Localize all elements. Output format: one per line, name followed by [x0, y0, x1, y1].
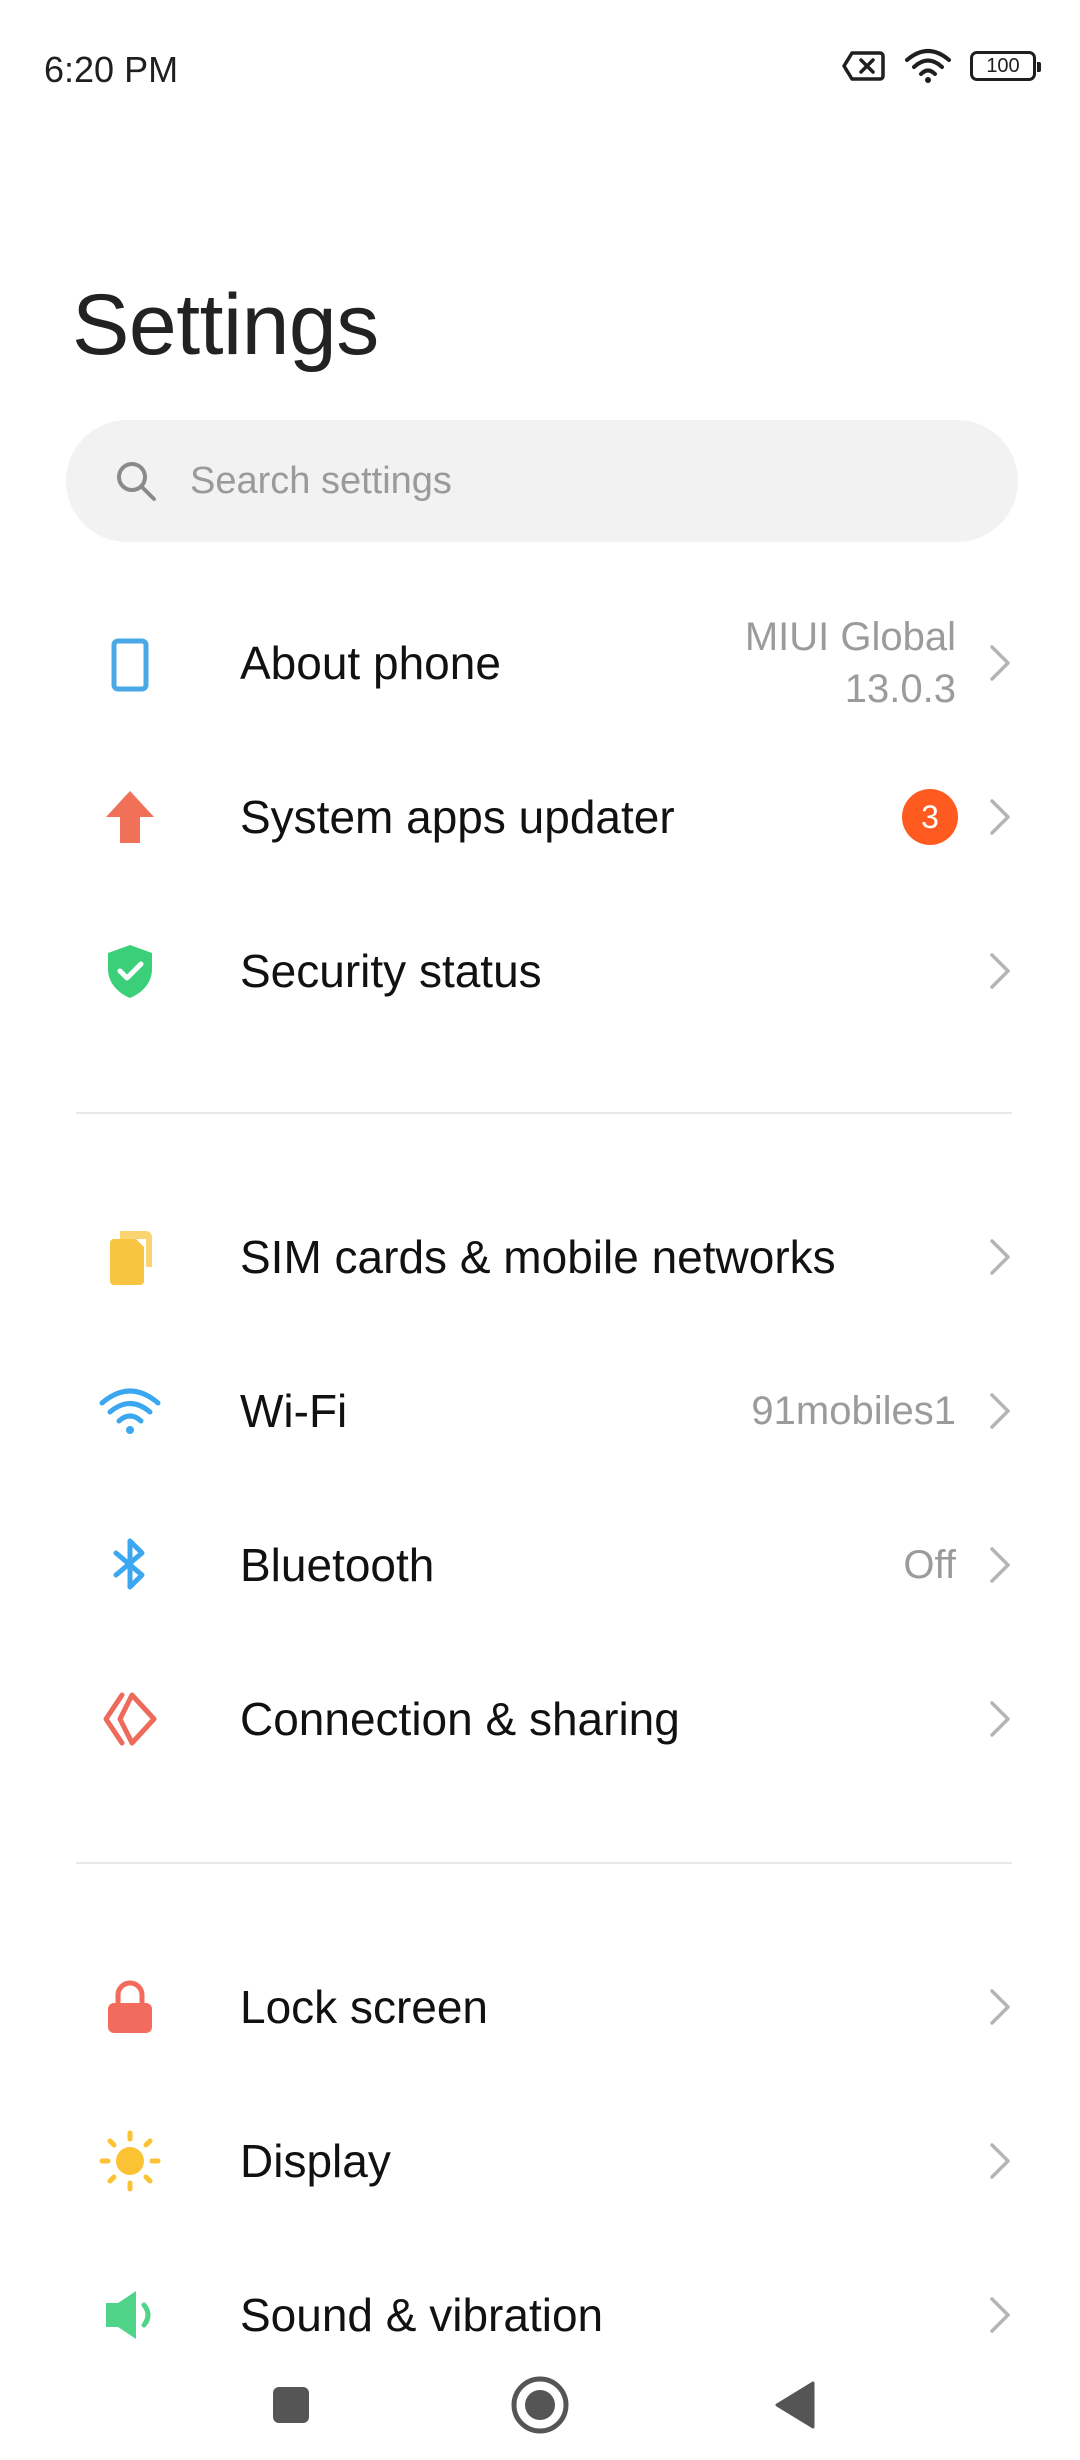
- row-label: Sound & vibration: [240, 2289, 604, 2341]
- miui-version-line2: 13.0.3: [844, 667, 956, 711]
- chevron-right-icon: [990, 1989, 1010, 2025]
- wifi-item[interactable]: Wi-Fi 91mobiles1: [0, 1334, 1080, 1488]
- search-input[interactable]: Search settings: [66, 420, 1018, 542]
- status-bar: 6:20 PM 100: [0, 0, 1080, 140]
- row-label: Lock screen: [240, 1981, 489, 2033]
- wifi-icon: [96, 1377, 164, 1445]
- connection-sharing-icon: [96, 1685, 164, 1753]
- chevron-right-icon: [990, 953, 1010, 989]
- row-label: Bluetooth: [240, 1539, 435, 1591]
- page-title: Settings: [72, 277, 379, 373]
- bluetooth-status: Off: [903, 1543, 956, 1587]
- chevron-right-icon: [990, 1239, 1010, 1275]
- sim-card-icon: [96, 1223, 164, 1291]
- chevron-right-icon: [990, 645, 1010, 681]
- lock-icon: [96, 1973, 164, 2041]
- display-item[interactable]: Display: [0, 2084, 1080, 2238]
- row-label: Wi-Fi: [240, 1385, 348, 1437]
- recents-icon: [273, 2387, 309, 2423]
- chevron-right-icon: [990, 799, 1010, 835]
- recents-button[interactable]: [256, 2370, 326, 2440]
- bluetooth-item[interactable]: Bluetooth Off: [0, 1488, 1080, 1642]
- about-phone-item[interactable]: About phone MIUI Global 13.0.3: [0, 586, 1080, 740]
- chevron-right-icon: [990, 1701, 1010, 1737]
- back-icon: [775, 2381, 815, 2429]
- chevron-right-icon: [990, 2143, 1010, 2179]
- row-value: MIUI Global 13.0.3: [745, 611, 956, 715]
- section-divider: [76, 1862, 1012, 1864]
- speaker-icon: [96, 2281, 164, 2349]
- security-status-item[interactable]: Security status: [0, 894, 1080, 1048]
- update-count-badge: 3: [902, 789, 958, 845]
- arrow-up-icon: [96, 783, 164, 851]
- row-label: Display: [240, 2135, 391, 2187]
- sun-icon: [96, 2127, 164, 2195]
- status-icons: 100: [842, 48, 1041, 84]
- system-apps-updater-item[interactable]: System apps updater 3: [0, 740, 1080, 894]
- phone-icon: [96, 629, 164, 697]
- chevron-right-icon: [990, 2297, 1010, 2333]
- row-label: System apps updater: [240, 791, 675, 843]
- home-button[interactable]: [505, 2370, 575, 2440]
- row-label: SIM cards & mobile networks: [240, 1231, 836, 1283]
- row-label: Security status: [240, 945, 542, 997]
- sim-off-icon: [842, 50, 886, 82]
- navigation-bar: [0, 2350, 1080, 2460]
- wifi-status-icon: [904, 48, 952, 84]
- status-time: 6:20 PM: [44, 49, 179, 90]
- search-icon: [117, 462, 156, 501]
- connection-sharing-item[interactable]: Connection & sharing: [0, 1642, 1080, 1796]
- row-label: Connection & sharing: [240, 1693, 680, 1745]
- bluetooth-icon: [96, 1531, 164, 1599]
- back-button[interactable]: [760, 2370, 830, 2440]
- wifi-network-name: 91mobiles1: [751, 1389, 956, 1433]
- section-divider: [76, 1112, 1012, 1114]
- sim-cards-item[interactable]: SIM cards & mobile networks: [0, 1180, 1080, 1334]
- chevron-right-icon: [990, 1393, 1010, 1429]
- search-placeholder: Search settings: [190, 459, 452, 502]
- row-label: About phone: [240, 637, 501, 689]
- miui-version-line1: MIUI Global: [744, 615, 956, 659]
- battery-icon: 100: [970, 51, 1041, 81]
- lock-screen-item[interactable]: Lock screen: [0, 1930, 1080, 2084]
- chevron-right-icon: [990, 1547, 1010, 1583]
- home-icon: [511, 2376, 569, 2434]
- settings-screen: 6:20 PM 100 Settings Search settings Abo…: [0, 0, 1080, 2460]
- shield-check-icon: [96, 937, 164, 1005]
